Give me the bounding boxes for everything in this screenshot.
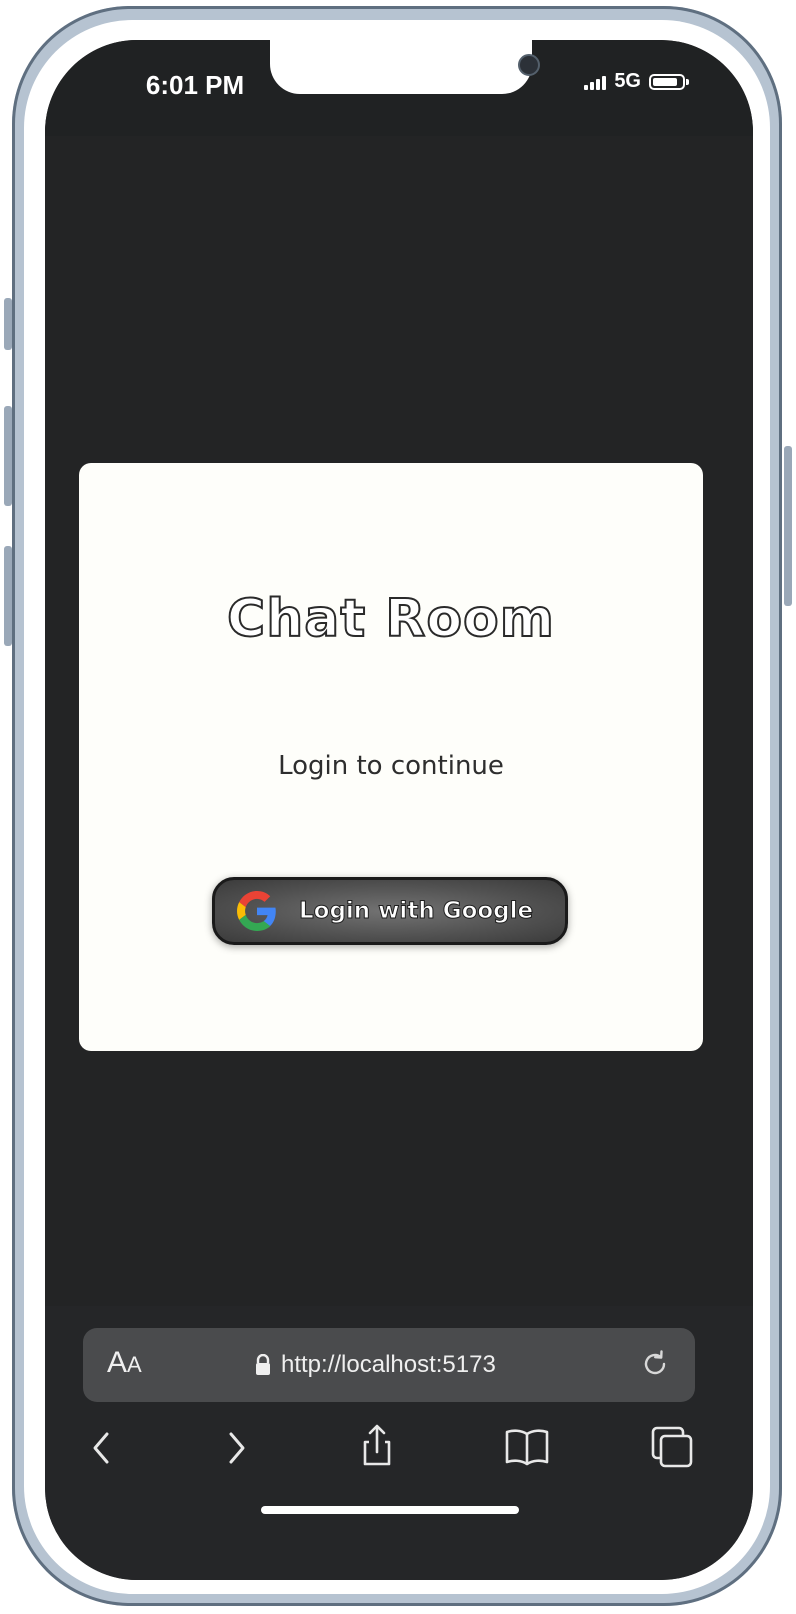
browser-toolbar [45, 1418, 753, 1488]
status-time: 6:01 PM [145, 70, 245, 100]
front-camera [518, 54, 540, 76]
forward-icon[interactable] [207, 1418, 267, 1478]
reload-icon[interactable] [639, 1348, 671, 1380]
back-icon[interactable] [73, 1418, 133, 1478]
power-button [784, 446, 792, 606]
web-content: Chat Room Login to continue Login with G… [45, 136, 753, 1390]
network-type: 5G [614, 70, 641, 92]
volume-down-button [4, 546, 12, 646]
login-card: Chat Room Login to continue Login with G… [79, 463, 703, 1051]
page-title: Chat Room [226, 588, 555, 650]
notch [270, 40, 540, 94]
share-icon[interactable] [347, 1418, 407, 1478]
text-size-label-small: A [127, 1352, 142, 1377]
text-size-label-large: A [107, 1346, 128, 1379]
mute-switch [4, 298, 12, 350]
volume-up-button [4, 406, 12, 506]
url-display[interactable]: http://localhost:5173 [255, 1351, 496, 1379]
browser-chrome: AA http://localhost:5173 [45, 1306, 753, 1580]
lock-icon [256, 1354, 270, 1375]
url-text: http://localhost:5173 [281, 1351, 496, 1378]
status-indicators: 5G [584, 70, 689, 93]
login-with-google-button[interactable]: Login with Google [212, 877, 568, 945]
tabs-icon[interactable] [643, 1418, 703, 1478]
home-indicator[interactable] [261, 1506, 519, 1514]
signal-icon [584, 74, 607, 90]
address-bar[interactable]: AA http://localhost:5173 [83, 1328, 695, 1402]
google-button-label: Login with Google [298, 898, 534, 925]
battery-icon [649, 73, 689, 90]
google-icon [237, 891, 276, 931]
login-subtitle: Login to continue [278, 751, 504, 781]
screen: 6:01 PM 5G Chat Room Login to continue L… [45, 40, 753, 1580]
text-size-button[interactable]: AA [107, 1346, 142, 1380]
bookmarks-icon[interactable] [497, 1418, 557, 1478]
